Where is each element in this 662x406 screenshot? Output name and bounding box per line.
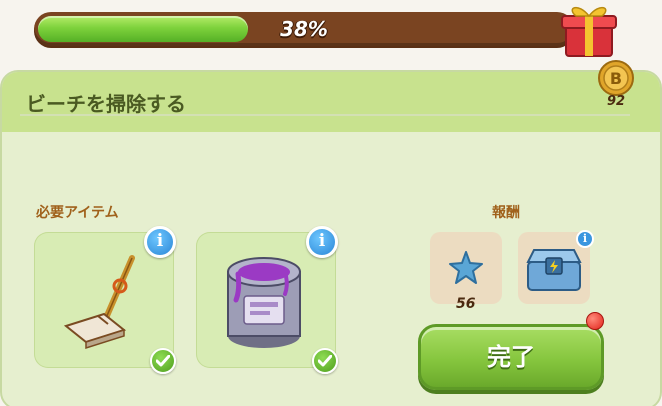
gift-box-icon[interactable] [558,0,620,58]
mop-icon [63,255,135,350]
svg-text:B: B [610,69,622,88]
rewards-label: 報酬 [492,205,520,221]
info-icon[interactable]: i [306,226,338,258]
required-items-label: 必要アイテム [36,205,119,221]
checkmark-icon [150,348,176,374]
complete-button[interactable]: 完了 [418,324,604,390]
required-item-mop[interactable]: i [34,226,176,374]
paint-can-icon [227,257,301,348]
reward-blue-star[interactable] [430,232,502,304]
blue-star-icon [449,251,483,284]
panel-header: ビーチを掃除する [2,72,660,132]
quest-title: ビーチを掃除する [26,92,186,116]
info-icon[interactable]: i [144,226,176,258]
progress-label: 38% [280,17,328,41]
coin-count: 92 [606,94,626,109]
notification-dot [586,312,604,330]
info-icon[interactable]: i [576,230,594,248]
reward-star-count: 56 [456,296,476,312]
reward-energy-chest[interactable]: i [518,230,594,304]
required-item-paint-can[interactable]: i [196,226,338,374]
quest-progress-bar: 38% [34,12,574,46]
energy-chest-icon [526,249,582,291]
checkmark-icon [312,348,338,374]
divider [20,114,630,116]
coin-icon: B [598,60,634,96]
